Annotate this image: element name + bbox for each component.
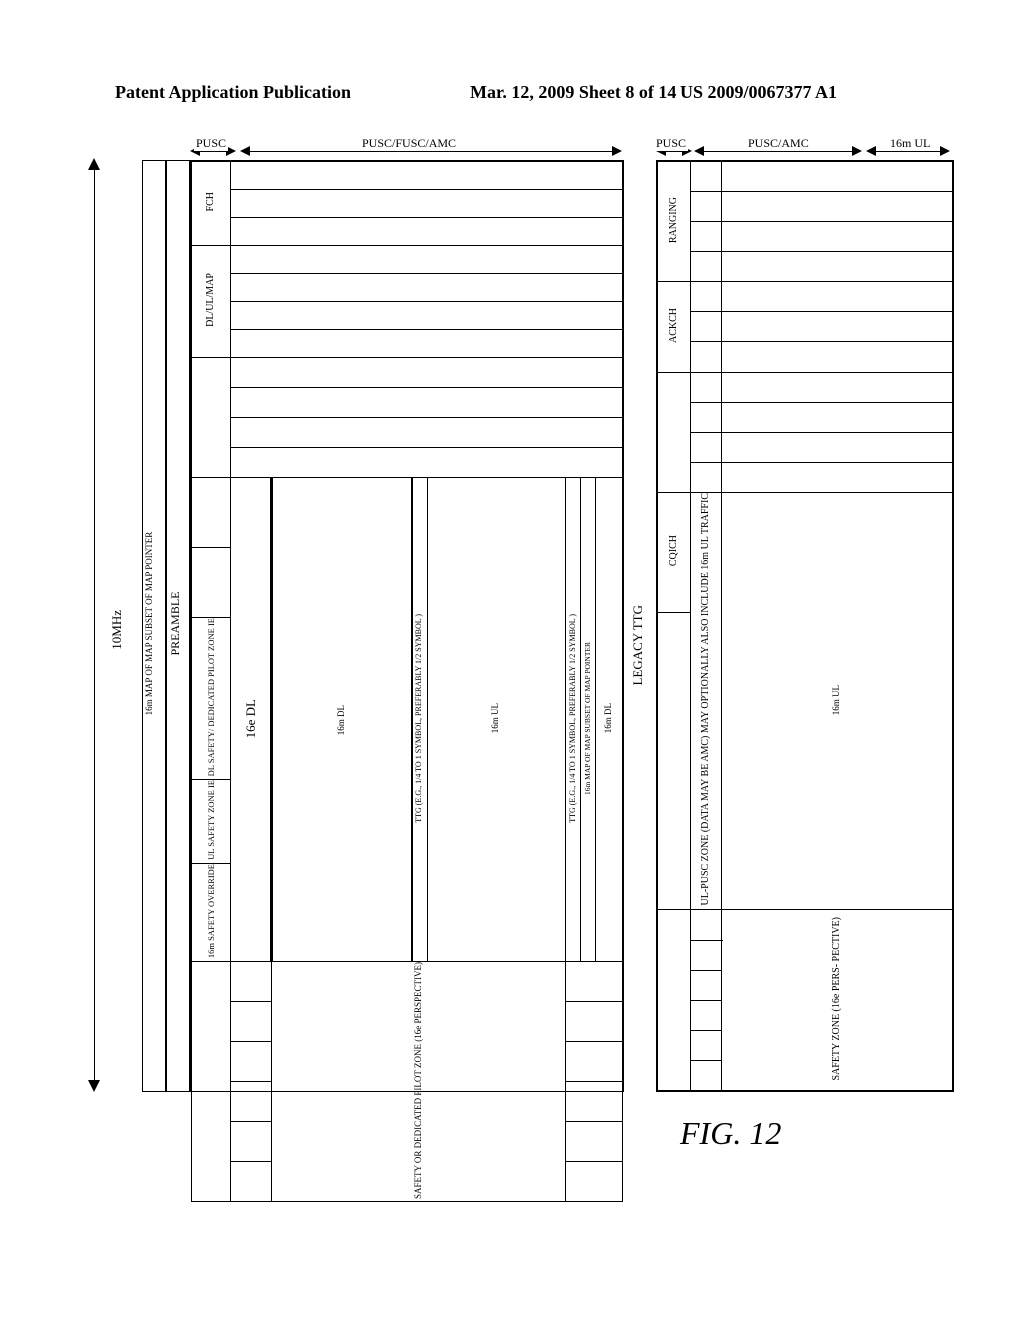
safety-pilot-ie: DL SAFETY/ DEDICATED PILOT ZONE IE [207,618,216,776]
dl-map-pointer-strip: 16m MAP OF MAP SUBSET OF MAP POINTER [142,160,166,1092]
ackch-label: ACKCH [669,308,680,343]
preamble-label: PREAMBLE [169,591,182,655]
header-mid: Mar. 12, 2009 Sheet 8 of 14 [470,82,676,103]
m16-safety-override: 16m SAFETY OVERRIDE [207,864,216,958]
fch-label: FCH [206,192,217,211]
ul-safety-ie: UL SAFETY ZONE IE [207,780,216,860]
safety-or-pilot: SAFETY OR DEDICATED PILOT ZONE (16e PERS… [414,962,423,1199]
bandwidth-axis [80,160,108,1090]
header-right: US 2009/0067377 A1 [680,82,837,103]
ttg-a: TTG (E.G., 1/4 TO 1 SYMBOL, PREFERABLY 1… [415,614,423,823]
map-pointer-inner: 16m MAP OF MAP SUBSET OF MAP POINTER [584,642,592,795]
ul-zone-pa: PUSC/AMC [746,136,811,151]
ul-pusc-zone: UL-PUSC ZONE (DATA MAY BE AMC) MAY OPTIO… [701,493,712,906]
figure-caption: FIG. 12 [680,1115,781,1152]
dl-zone-bar: PUSC PUSC/FUSC/AMC [190,142,622,160]
dl-zone-pfa: PUSC/FUSC/AMC [360,136,458,151]
dl-grid: FCH DL/UL/MAP 16e DL [190,160,624,1092]
legacy-ttg-label: LEGACY TTG [631,605,645,690]
ul-inner-16m-ul: 16m UL [832,685,841,715]
inner-16m-dl-b: 16m DL [604,703,613,733]
preamble-strip: PREAMBLE [166,160,190,1092]
dlulmap-label: DL/UL/MAP [206,273,217,327]
dl-map-pointer-label: 16m MAP OF MAP SUBSET OF MAP POINTER [145,532,154,716]
ul-zone-16mul: 16m UL [888,136,932,151]
ul-grid: RANGING ACKCH CQICH UL-PUSC ZONE (DATA M… [656,160,954,1092]
inner-16m-ul: 16m UL [491,703,500,733]
ul-zone-bar: PUSC PUSC/AMC 16m UL [656,142,952,160]
header-left: Patent Application Publication [115,82,351,103]
ul-zone-pusc: PUSC [654,136,688,151]
ranging-label: RANGING [669,197,680,243]
inner-16m-dl-a: 16m DL [337,705,346,735]
figure-area: 10MHz 16m MAP OF MAP SUBSET OF MAP POINT… [80,150,960,1210]
bandwidth-label: 10MHz [110,610,124,654]
region-16e-dl: 16e DL [244,699,258,738]
ttg-b: TTG (E.G., 1/4 TO 1 SYMBOL, PREFERABLY 1… [569,614,577,823]
dl-zone-pusc: PUSC [194,136,228,151]
ul-safety-zone: SAFETY ZONE (16e PERS- PECTIVE) [832,917,843,1081]
cqich-label: CQICH [669,535,680,566]
